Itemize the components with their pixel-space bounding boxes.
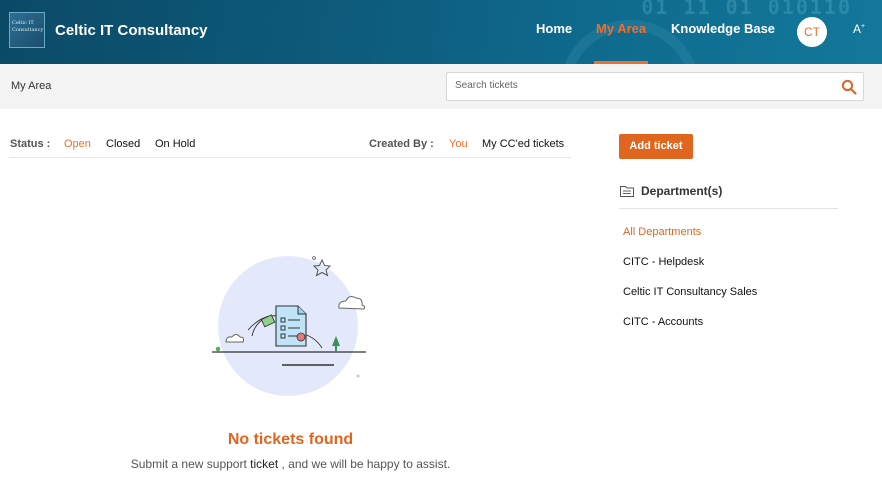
no-tickets-illustration	[212, 256, 366, 396]
company-logo[interactable]: Celtic IT Consultancy	[9, 12, 45, 48]
department-all[interactable]: All Departments	[623, 226, 701, 238]
add-ticket-button[interactable]: Add ticket	[619, 134, 693, 159]
created-by-you[interactable]: You	[449, 138, 468, 150]
department-citc-accounts[interactable]: CITC - Accounts	[623, 316, 703, 328]
new-ticket-link[interactable]: ticket	[250, 457, 278, 471]
empty-state-title: No tickets found	[227, 431, 354, 448]
status-filter-label: Status :	[10, 138, 51, 150]
departments-header: Department(s)	[619, 183, 838, 209]
status-filter-open[interactable]: Open	[64, 138, 91, 150]
departments-title: Department(s)	[641, 184, 723, 198]
created-by-label: Created By :	[369, 138, 434, 150]
header-binary-decoration: 01 11 01 010110	[641, 0, 852, 19]
ticket-filters: Status : Open Closed On Hold Created By …	[9, 136, 571, 158]
breadcrumb[interactable]: My Area	[11, 80, 51, 92]
department-folder-icon	[620, 186, 634, 197]
search-icon[interactable]	[841, 79, 857, 95]
empty-subtitle-end: , and we will be happy to assist.	[281, 457, 451, 471]
status-filter-closed[interactable]: Closed	[106, 138, 140, 150]
department-sales[interactable]: Celtic IT Consultancy Sales	[623, 286, 757, 298]
brand-name[interactable]: Celtic IT Consultancy	[55, 22, 208, 39]
status-filter-on-hold[interactable]: On Hold	[155, 138, 195, 150]
nav-home[interactable]: Home	[536, 21, 572, 36]
search-box[interactable]	[446, 72, 864, 101]
nav-knowledge-base[interactable]: Knowledge Base	[671, 21, 775, 36]
user-avatar[interactable]: CT	[797, 17, 827, 47]
font-size-letter: A	[853, 22, 862, 36]
top-header: 01 11 01 010110 Celtic IT Consultancy Ce…	[0, 0, 882, 64]
font-size-plus: +	[861, 23, 866, 30]
department-citc-helpdesk[interactable]: CITC - Helpdesk	[623, 256, 704, 268]
nav-my-area[interactable]: My Area	[596, 21, 646, 36]
empty-subtitle-start: Submit a new support	[130, 457, 247, 471]
empty-state-subtitle: Submit a new support ticket , and we wil…	[0, 457, 581, 471]
font-size-icon[interactable]: A+	[853, 22, 865, 36]
created-by-cced[interactable]: My CC'ed tickets	[482, 138, 564, 150]
sub-header-bar: My Area	[0, 64, 882, 109]
search-input[interactable]	[455, 80, 825, 91]
